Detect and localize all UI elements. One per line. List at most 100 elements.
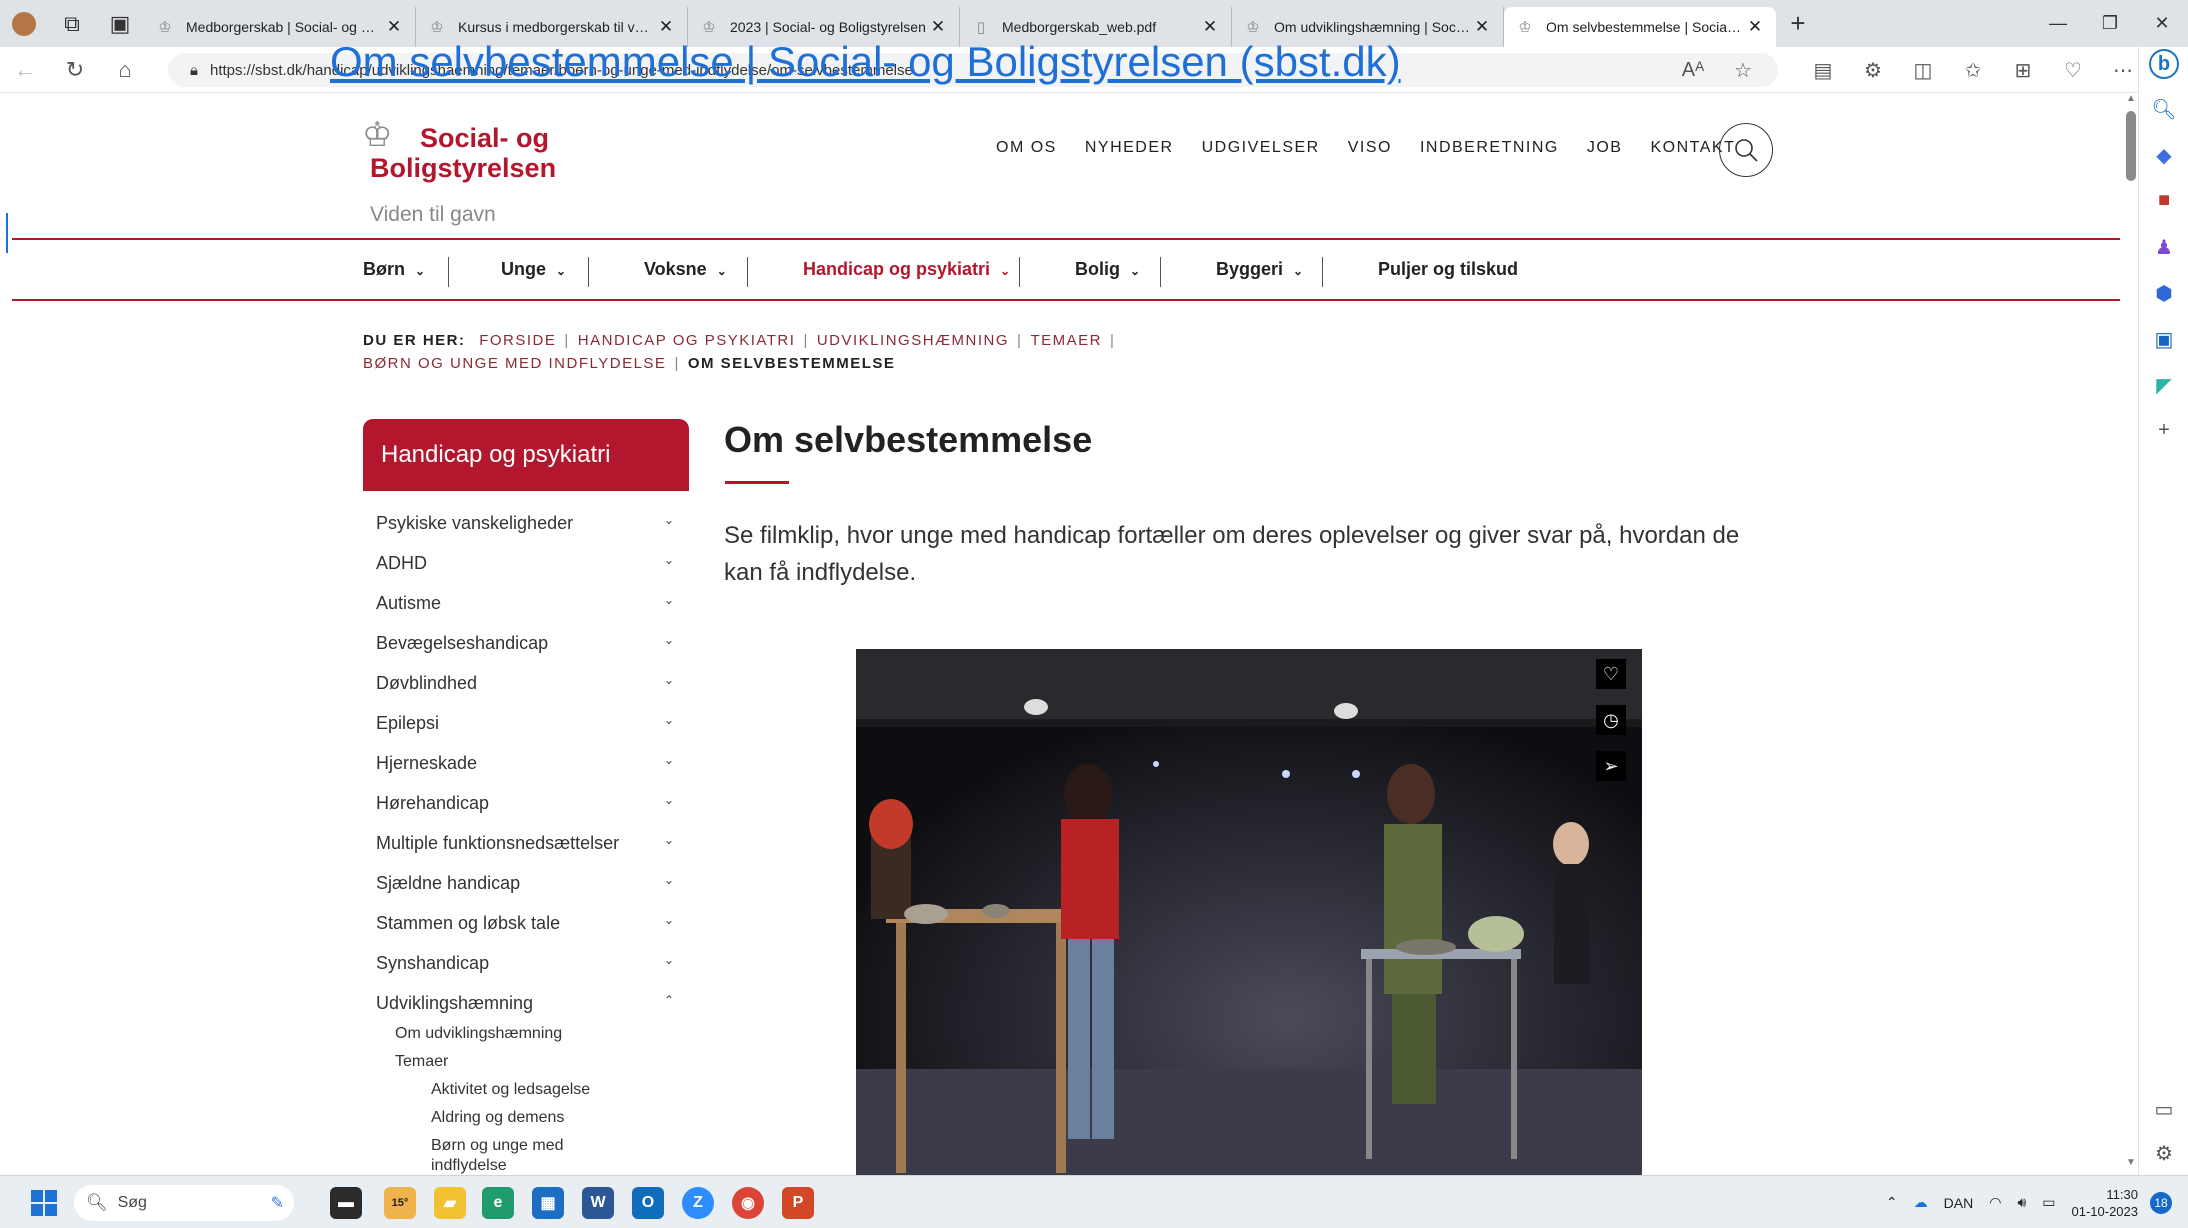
- sidebar-settings-icon[interactable]: ⚙: [2139, 1141, 2188, 1166]
- topnav-om-os[interactable]: OM OS: [996, 139, 1057, 157]
- sidebar-item[interactable]: Hørehandicap ⌄: [376, 793, 674, 814]
- start-windows-icon[interactable]: [28, 1187, 60, 1219]
- close-tab-icon[interactable]: ✕: [1471, 17, 1493, 37]
- mainnav-bolig[interactable]: Bolig ⌄: [1075, 259, 1140, 280]
- read-aloud-icon[interactable]: Aᴬ: [1668, 59, 1718, 82]
- task-view-icon[interactable]: ▬: [330, 1187, 362, 1219]
- breadcrumb-link[interactable]: BØRN OG UNGE MED INDFLYDELSE: [363, 355, 666, 372]
- sidebar-item-expanded[interactable]: Udviklingshæmning ⌃: [376, 993, 674, 1014]
- mainnav-voksne[interactable]: Voksne ⌄: [644, 259, 727, 280]
- close-tab-icon[interactable]: ✕: [927, 17, 949, 37]
- workspaces-icon[interactable]: ⧉: [48, 0, 96, 47]
- sidebar-item[interactable]: Multiple funktionsnedsættelser ⌄: [376, 833, 674, 854]
- sidebar-subsubitem-current[interactable]: Børn og unge med indflydelse: [431, 1136, 611, 1175]
- battery-icon[interactable]: ▭: [2042, 1194, 2055, 1211]
- sidebar-item[interactable]: Stammen og løbsk tale ⌄: [376, 913, 674, 934]
- outlook-icon[interactable]: ▣: [2139, 327, 2188, 352]
- page-scrollbar[interactable]: ▲ ▼: [2123, 93, 2139, 1173]
- sidebar-subsubitem[interactable]: Aktivitet og ledsagelse: [431, 1080, 590, 1100]
- mainnav-byggeri[interactable]: Byggeri ⌄: [1216, 259, 1303, 280]
- breadcrumb-link[interactable]: HANDICAP OG PSYKIATRI: [578, 332, 796, 349]
- chevron-down-icon[interactable]: ⌄: [664, 873, 674, 894]
- site-search-button[interactable]: [1719, 123, 1773, 177]
- chevron-down-icon[interactable]: ⌄: [664, 753, 674, 774]
- microsoft-365-icon[interactable]: ⬢: [2139, 281, 2188, 306]
- language-indicator[interactable]: DAN: [1944, 1195, 1974, 1211]
- tools-briefcase-icon[interactable]: ■: [2139, 189, 2188, 212]
- watch-later-clock-icon[interactable]: ◷: [1596, 705, 1626, 735]
- sidebar-subitem[interactable]: Om udviklingshæmning: [395, 1024, 562, 1044]
- mainnav-handicap-og-psykiatri[interactable]: Handicap og psykiatri ⌄: [803, 259, 1010, 280]
- page-link-overlay[interactable]: Om selvbestemmelse | Social- og Boligsty…: [330, 38, 1401, 86]
- add-sidebar-icon[interactable]: +: [2139, 419, 2188, 442]
- extensions-icon[interactable]: ⚙: [1848, 58, 1898, 83]
- reader-view-icon[interactable]: ▤: [1798, 58, 1848, 83]
- chevron-up-icon[interactable]: ⌃: [664, 993, 674, 1014]
- chevron-down-icon[interactable]: ⌄: [664, 793, 674, 814]
- sidebar-item[interactable]: Epilepsi ⌄: [376, 713, 674, 734]
- browser-essentials-icon[interactable]: ♡: [2048, 58, 2098, 83]
- close-window-icon[interactable]: ✕: [2136, 0, 2188, 47]
- breadcrumb-link[interactable]: UDVIKLINGSHÆMNING: [817, 332, 1009, 349]
- collections-icon[interactable]: ⊞: [1998, 58, 2048, 83]
- vertical-tabs-icon[interactable]: ▣: [96, 0, 144, 47]
- favorite-star-icon[interactable]: ☆: [1718, 58, 1768, 83]
- refresh-icon[interactable]: ↻: [50, 57, 100, 83]
- sidebar-item[interactable]: Sjældne handicap ⌄: [376, 873, 674, 894]
- chevron-down-icon[interactable]: ⌄: [664, 713, 674, 734]
- restore-icon[interactable]: ❐: [2084, 0, 2136, 47]
- onedrive-cloud-icon[interactable]: ☁: [1914, 1194, 1928, 1211]
- zoom-icon[interactable]: Z: [682, 1187, 714, 1219]
- video-player[interactable]: ♡ ◷ ➢: [856, 649, 1642, 1175]
- sidebar-heading[interactable]: Handicap og psykiatri: [363, 419, 689, 491]
- favorites-icon[interactable]: ✩: [1948, 58, 1998, 83]
- search-sidebar-icon[interactable]: 🔍︎: [2139, 97, 2188, 122]
- chrome-icon[interactable]: ◉: [732, 1187, 764, 1219]
- topnav-job[interactable]: JOB: [1587, 139, 1623, 157]
- copilot-icon[interactable]: b: [2139, 49, 2188, 79]
- store-icon[interactable]: ▦: [532, 1187, 564, 1219]
- sidebar-layout-icon[interactable]: ▭: [2139, 1097, 2188, 1122]
- close-tab-icon[interactable]: ✕: [1744, 17, 1766, 37]
- chevron-down-icon[interactable]: ⌄: [664, 913, 674, 934]
- mainnav-unge[interactable]: Unge ⌄: [501, 259, 566, 280]
- edge-browser-icon[interactable]: e: [482, 1187, 514, 1219]
- heart-icon[interactable]: ♡: [1596, 659, 1626, 689]
- sidebar-item[interactable]: Døvblindhed ⌄: [376, 673, 674, 694]
- chevron-down-icon[interactable]: ⌄: [664, 673, 674, 694]
- sidebar-item[interactable]: Synshandicap ⌄: [376, 953, 674, 974]
- notification-badge[interactable]: 18: [2150, 1191, 2172, 1214]
- home-icon[interactable]: ⌂: [100, 57, 150, 83]
- profile-icon[interactable]: [0, 0, 48, 47]
- chevron-down-icon[interactable]: ⌄: [664, 513, 674, 534]
- sidebar-item[interactable]: Autisme ⌄: [376, 593, 674, 614]
- sidebar-item[interactable]: ADHD ⌄: [376, 553, 674, 574]
- back-icon[interactable]: ←: [0, 57, 50, 83]
- chevron-down-icon[interactable]: ⌄: [664, 593, 674, 614]
- minimize-icon[interactable]: —: [2032, 0, 2084, 47]
- topnav-indberetning[interactable]: INDBERETNING: [1420, 139, 1559, 157]
- shopping-tag-icon[interactable]: ◆: [2139, 143, 2188, 168]
- scroll-up-icon[interactable]: ▲: [2123, 93, 2139, 104]
- wifi-icon[interactable]: ◠: [1989, 1194, 2001, 1211]
- browser-tab-active[interactable]: ♔ Om selvbestemmelse | Social- og ✕: [1504, 7, 1776, 47]
- new-tab-icon[interactable]: +: [1776, 8, 1820, 39]
- sidebar-item[interactable]: Hjerneskade ⌄: [376, 753, 674, 774]
- close-tab-icon[interactable]: ✕: [655, 17, 677, 37]
- sidebar-item[interactable]: Bevægelseshandicap ⌄: [376, 633, 674, 654]
- mainnav-boern[interactable]: Børn ⌄: [363, 259, 425, 280]
- share-icon[interactable]: ➢: [1596, 751, 1626, 781]
- mainnav-puljer-og-tilskud[interactable]: Puljer og tilskud: [1378, 259, 1518, 280]
- file-explorer-icon[interactable]: ▰: [434, 1187, 466, 1219]
- sidebar-subsubitem[interactable]: Aldring og demens: [431, 1108, 564, 1128]
- weather-widget-icon[interactable]: 15°: [384, 1187, 416, 1219]
- scroll-down-icon[interactable]: ▼: [2123, 1157, 2139, 1168]
- breadcrumb-link[interactable]: TEMAER: [1030, 332, 1102, 349]
- topnav-udgivelser[interactable]: UDGIVELSER: [1202, 139, 1320, 157]
- chevron-down-icon[interactable]: ⌄: [664, 633, 674, 654]
- show-hidden-icons-icon[interactable]: ⌃: [1886, 1194, 1898, 1211]
- volume-icon[interactable]: 🔊︎: [2017, 1194, 2026, 1211]
- sidebar-item[interactable]: Psykiske vanskeligheder ⌄: [376, 513, 674, 534]
- chevron-down-icon[interactable]: ⌄: [664, 553, 674, 574]
- taskbar-search[interactable]: 🔍︎ Søg ✎: [74, 1185, 294, 1221]
